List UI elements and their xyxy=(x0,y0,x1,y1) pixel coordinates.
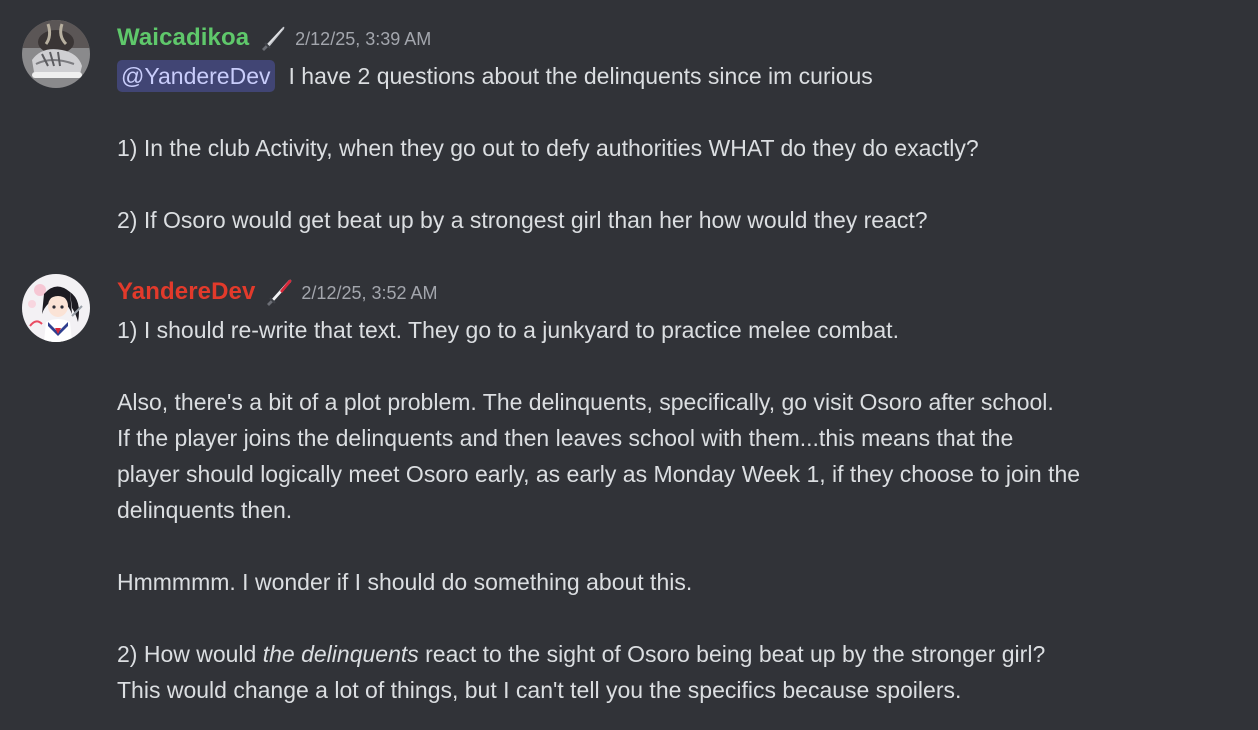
message-header: YandereDev 2/12/25, 3:52 AM xyxy=(117,272,1237,312)
username[interactable]: YandereDev xyxy=(117,278,255,306)
sneaker-avatar-image xyxy=(22,20,90,88)
message-line: @YandereDev I have 2 questions about the … xyxy=(117,58,1237,94)
bloody-knife-icon[interactable] xyxy=(263,276,295,308)
message-timestamp[interactable]: 2/12/25, 3:39 AM xyxy=(295,29,431,50)
message-line: 1) In the club Activity, when they go ou… xyxy=(117,135,979,161)
chat-messages: Waicadikoa 2/12/25, 3:39 AM @YandereDev I… xyxy=(0,0,1258,730)
message-text: I have 2 questions about the delinquents… xyxy=(288,63,873,89)
message-line: Hmmmmm. I wonder if I should do somethin… xyxy=(117,569,693,595)
message-text: 2) How would xyxy=(117,641,257,667)
message-line: player should logically meet Osoro early… xyxy=(117,461,1081,487)
message-content: Waicadikoa 2/12/25, 3:39 AM @YandereDev I… xyxy=(117,18,1237,238)
message-header: Waicadikoa 2/12/25, 3:39 AM xyxy=(117,18,1237,58)
message-line: 2) If Osoro would get beat up by a stron… xyxy=(117,207,928,233)
message-line: 1) I should re-write that text. They go … xyxy=(117,317,899,343)
message-text: react to the sight of Osoro being beat u… xyxy=(425,641,1046,667)
knife-icon[interactable] xyxy=(257,22,289,54)
avatar[interactable] xyxy=(22,20,90,88)
message-line: This would change a lot of things, but I… xyxy=(117,677,962,703)
message-line: Also, there's a bit of a plot problem. T… xyxy=(117,389,1054,415)
message-line: 2) How would the delinquents react to th… xyxy=(117,636,1237,672)
italic-text: the delinquents xyxy=(262,641,419,667)
user-mention[interactable]: @YandereDev xyxy=(117,60,275,92)
avatar[interactable] xyxy=(22,274,90,342)
message-content: YandereDev 2/12/25, 3:52 AM 1) I should … xyxy=(117,272,1237,708)
anime-girl-avatar-image xyxy=(22,274,90,342)
username[interactable]: Waicadikoa xyxy=(117,24,249,52)
message-timestamp[interactable]: 2/12/25, 3:52 AM xyxy=(301,283,437,304)
message-line: If the player joins the delinquents and … xyxy=(117,425,1014,451)
message-line: delinquents then. xyxy=(117,497,293,523)
